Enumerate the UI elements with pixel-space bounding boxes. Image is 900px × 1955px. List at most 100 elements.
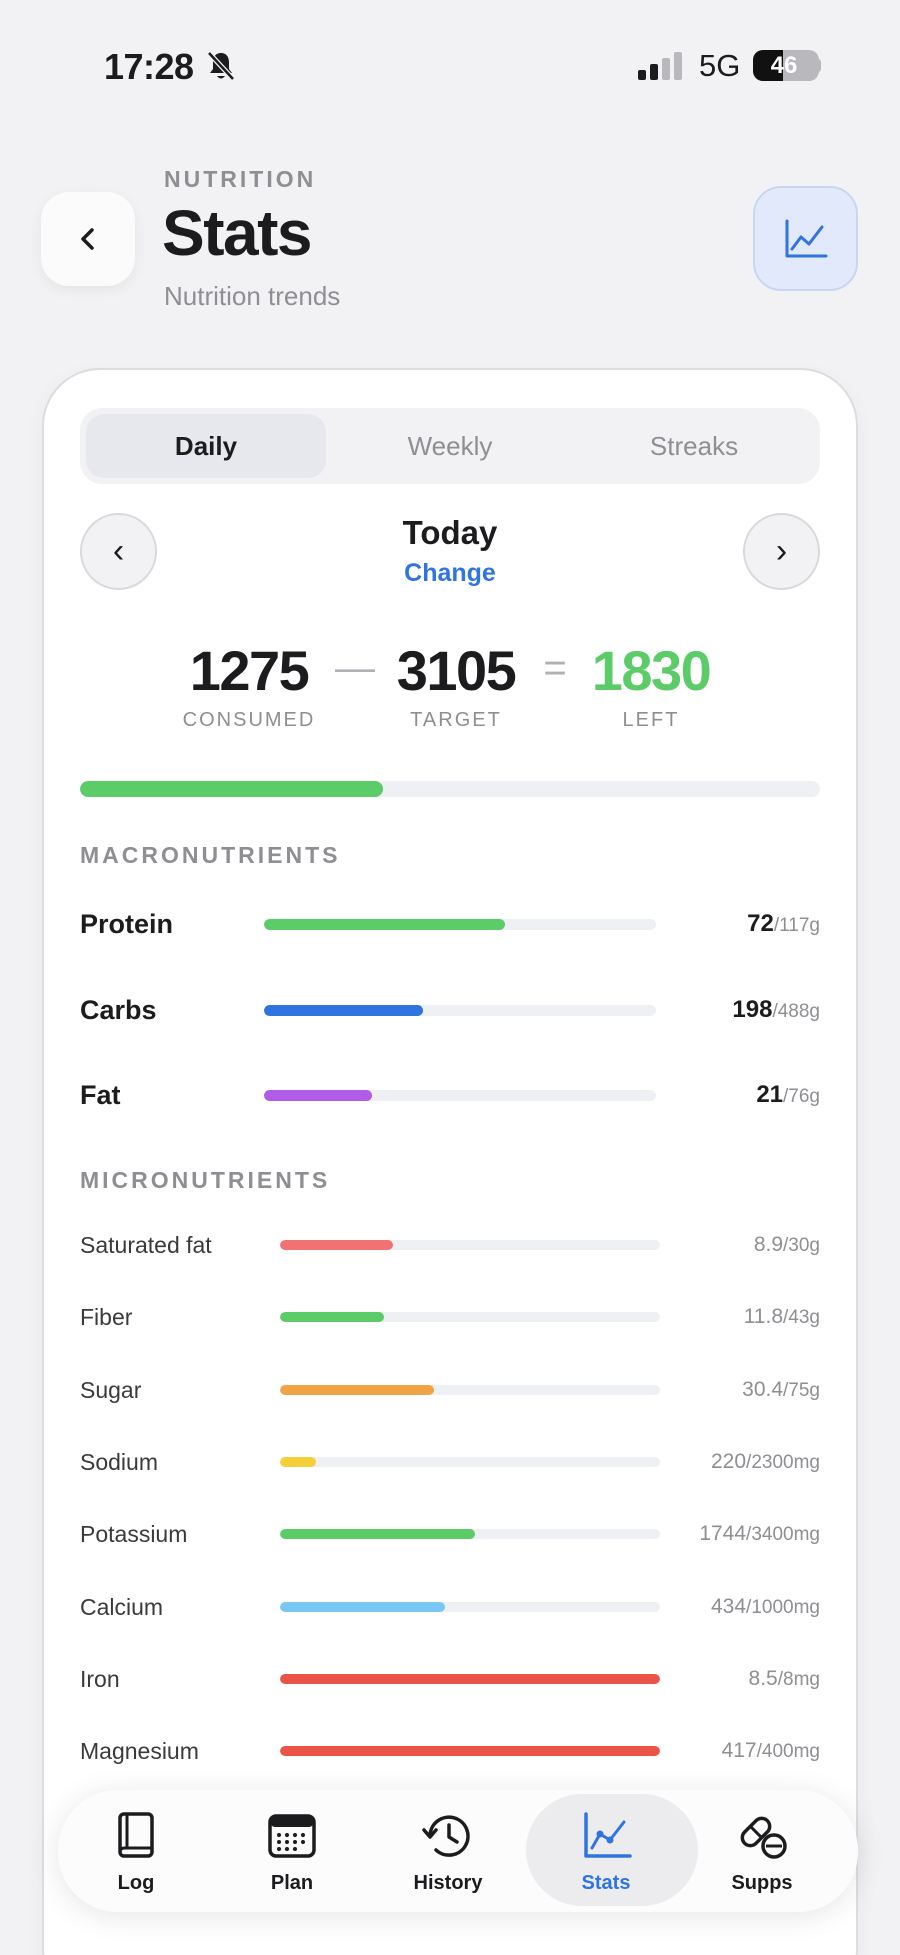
micro-amount: 1744: [699, 1522, 747, 1546]
pill-icon: [740, 1816, 787, 1859]
macronutrients-title: MACRONUTRIENTS: [80, 842, 341, 868]
micronutrients-title: MICRONUTRIENTS: [80, 1167, 331, 1193]
micro-progress-fill: [280, 1384, 434, 1395]
micro-progress-bar: [280, 1456, 660, 1467]
tab-stats[interactable]: Stats: [526, 1790, 698, 1912]
book-icon: [118, 1812, 154, 1858]
micro-progress-bar: [280, 1384, 660, 1395]
calendar-icon: [268, 1814, 316, 1858]
micro-amount: 11.8: [743, 1305, 784, 1329]
tab-streaks[interactable]: Streaks: [574, 414, 814, 478]
micro-target: /2300mg: [746, 1451, 820, 1473]
tab-weekly[interactable]: Weekly: [330, 414, 570, 478]
macro-amount: 198: [732, 996, 773, 1023]
tab-log[interactable]: Log: [58, 1790, 214, 1912]
micro-progress-fill: [280, 1601, 445, 1612]
consumed-value: 1275: [189, 639, 310, 702]
micro-amount: 434: [711, 1594, 747, 1618]
micro-label: Calcium: [80, 1593, 164, 1620]
micro-progress-bar: [280, 1673, 660, 1684]
micro-value: 8.5/8mg: [749, 1667, 820, 1691]
micro-value: 8.9/30g: [754, 1233, 820, 1257]
previous-day-button[interactable]: ‹: [80, 513, 157, 590]
macro-target: /117g: [773, 915, 820, 936]
signal-icon: [638, 52, 682, 80]
back-button[interactable]: [41, 192, 135, 286]
tab-supps[interactable]: Supps: [684, 1790, 840, 1912]
micro-value: 30.4/75g: [742, 1378, 820, 1402]
micro-target: /1000mg: [746, 1596, 820, 1618]
micro-label: Fiber: [80, 1304, 133, 1331]
macro-progress-fill: [264, 919, 506, 930]
battery-icon: 46: [753, 50, 819, 81]
next-day-button[interactable]: ›: [743, 513, 820, 590]
chevron-right-icon: ›: [775, 532, 788, 570]
micro-value: 417/400mg: [722, 1739, 820, 1763]
target-label: TARGET: [410, 709, 502, 731]
micro-progress-bar: [280, 1240, 660, 1250]
tab-log-label: Log: [117, 1872, 155, 1894]
macro-label: Carbs: [80, 995, 157, 1025]
micro-value: 1744/3400mg: [699, 1522, 820, 1546]
page-title: Stats: [162, 197, 313, 269]
macro-amount: 21: [756, 1081, 784, 1108]
micro-target: /3400mg: [746, 1524, 820, 1546]
micro-progress-fill: [280, 1673, 660, 1684]
tab-stats-label: Stats: [581, 1872, 631, 1894]
page-eyebrow: NUTRITION: [164, 166, 317, 192]
macro-value: 198/488g: [732, 996, 820, 1024]
page-subtitle: Nutrition trends: [164, 281, 341, 311]
micro-target: /8mg: [777, 1668, 820, 1690]
micro-amount: 8.5: [748, 1666, 778, 1690]
micro-progress-bar: [280, 1601, 660, 1612]
tab-history[interactable]: History: [370, 1790, 526, 1912]
consumed-label: CONSUMED: [182, 709, 316, 731]
micro-progress-fill: [280, 1240, 393, 1250]
micro-label: Potassium: [80, 1521, 188, 1548]
micro-amount: 8.9: [753, 1233, 784, 1256]
micro-progress-fill: [280, 1529, 475, 1540]
target-value: 3105: [396, 639, 517, 702]
micro-label: Iron: [80, 1665, 120, 1692]
macro-progress-bar: [264, 1005, 656, 1016]
micro-label: Magnesium: [80, 1738, 199, 1765]
micro-value: 11.8/43g: [744, 1305, 820, 1329]
chevron-left-icon: [81, 228, 94, 250]
macro-progress-bar: [264, 919, 656, 930]
chart-button[interactable]: [753, 186, 858, 291]
chevron-left-icon: ‹: [112, 532, 125, 570]
micro-progress-fill: [280, 1312, 385, 1323]
micro-value: 434/1000mg: [711, 1595, 820, 1619]
micro-label: Sodium: [80, 1448, 158, 1475]
battery-tip: [816, 59, 821, 72]
macro-amount: 72: [747, 910, 774, 937]
micro-amount: 417: [721, 1739, 757, 1763]
change-date-link[interactable]: Change: [350, 559, 550, 588]
tab-daily[interactable]: Daily: [86, 414, 326, 478]
macro-progress-bar: [264, 1090, 656, 1101]
stats-card: [42, 368, 858, 1955]
tab-supps-label: Supps: [731, 1872, 793, 1894]
micro-label: Sugar: [80, 1376, 142, 1403]
left-label: LEFT: [622, 709, 680, 731]
micro-progress-bar: [280, 1746, 660, 1757]
chart-icon: [584, 1812, 632, 1858]
calorie-progress-fill: [80, 781, 384, 797]
bottom-tab-bar: Log Plan History Stats Supps: [58, 1790, 858, 1912]
micro-value: 220/2300mg: [711, 1450, 820, 1474]
micro-amount: 30.4: [742, 1377, 784, 1401]
macro-target: /76g: [783, 1086, 820, 1107]
chart-icon: [785, 219, 827, 257]
macro-target: /488g: [772, 1001, 820, 1022]
macro-value: 72/117g: [747, 910, 820, 938]
macro-label: Protein: [80, 909, 174, 939]
bell-muted-icon: [207, 51, 235, 81]
macro-value: 21/76g: [756, 1081, 820, 1109]
micro-target: /30g: [783, 1235, 820, 1256]
tab-plan[interactable]: Plan: [214, 1790, 370, 1912]
network-label: 5G: [699, 48, 741, 83]
micro-target: /75g: [783, 1379, 820, 1401]
micro-amount: 220: [711, 1449, 747, 1473]
micro-target: /400mg: [756, 1741, 820, 1763]
macro-progress-fill: [264, 1005, 424, 1016]
